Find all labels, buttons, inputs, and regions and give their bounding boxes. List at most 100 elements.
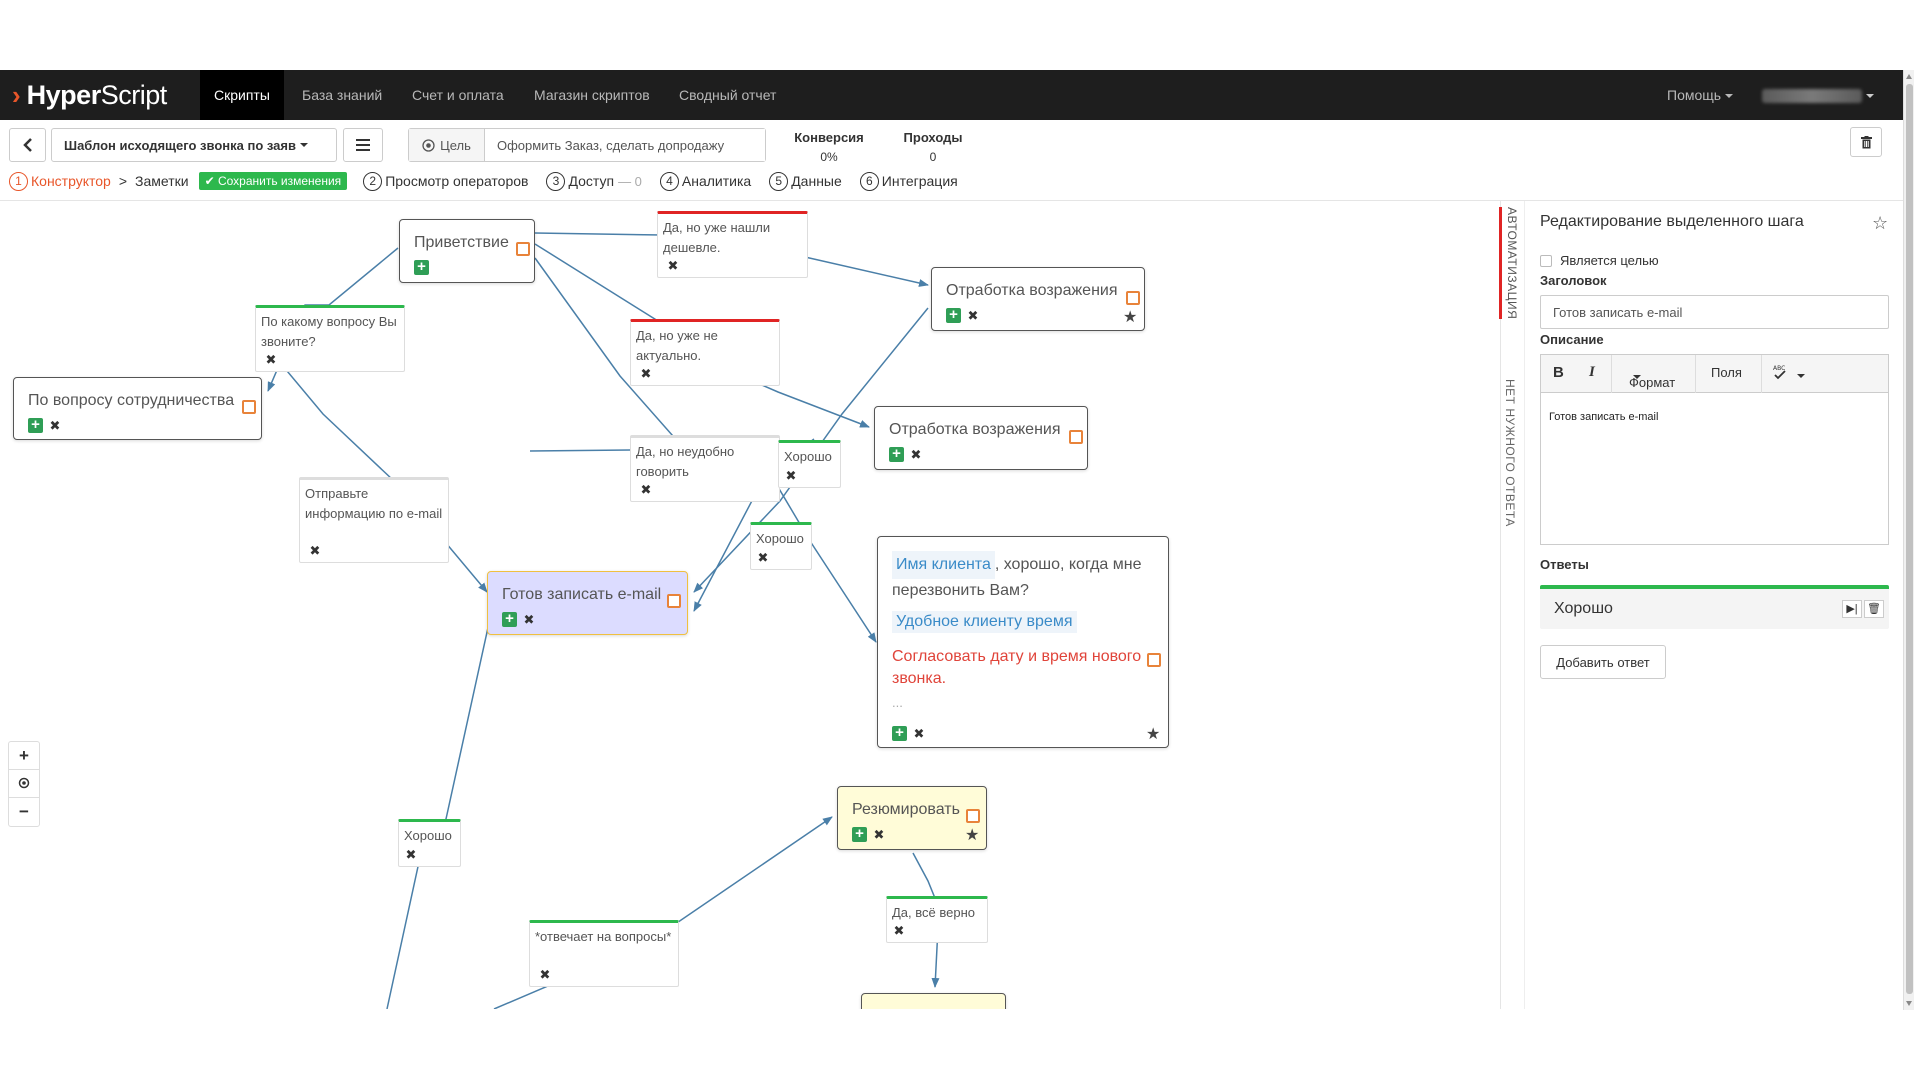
node-greeting[interactable]: Приветствие +: [399, 219, 535, 283]
close-icon[interactable]: ✖: [873, 828, 885, 841]
close-icon[interactable]: ✖: [265, 353, 277, 366]
close-icon[interactable]: ✖: [913, 727, 925, 740]
close-icon[interactable]: ✖: [405, 848, 417, 861]
add-icon[interactable]: +: [946, 307, 961, 323]
step-notes[interactable]: Заметки: [135, 173, 189, 189]
node-checkbox[interactable]: [1069, 430, 1083, 444]
add-icon[interactable]: +: [28, 417, 43, 433]
nav-billing[interactable]: Счет и оплата: [398, 70, 518, 120]
node-checkbox[interactable]: [1147, 653, 1161, 667]
node-objection-1[interactable]: Отработка возражения + ✖ ★: [931, 267, 1145, 331]
answer-inconvenient[interactable]: Да, но неудобно говорить ✖: [630, 435, 780, 502]
add-icon[interactable]: +: [414, 259, 429, 275]
toolbar-divider: [1695, 355, 1696, 393]
nav-knowledge-base[interactable]: База знаний: [288, 70, 396, 120]
answer-answers-questions[interactable]: *отвечает на вопросы* ✖: [529, 920, 679, 987]
add-icon[interactable]: +: [892, 725, 907, 741]
header-input[interactable]: [1540, 295, 1889, 329]
answer-irrelevant[interactable]: Да, но уже не актуально. ✖: [630, 319, 780, 386]
zoom-in-button[interactable]: +: [9, 742, 39, 770]
node-checkbox[interactable]: [966, 809, 980, 823]
nav-script-store[interactable]: Магазин скриптов: [520, 70, 664, 120]
node-callback[interactable]: Имя клиента, хорошо, когда мне перезвони…: [877, 536, 1169, 748]
close-icon[interactable]: ✖: [910, 448, 922, 461]
save-changes-button[interactable]: ✔ Сохранить изменения: [198, 172, 348, 190]
step-analytics[interactable]: 4 Аналитика: [659, 171, 751, 191]
italic-button[interactable]: I: [1589, 364, 1595, 381]
node-objection-2[interactable]: Отработка возражения + ✖: [874, 406, 1088, 470]
answer-ok-1[interactable]: Хорошо ✖: [778, 440, 841, 488]
add-icon[interactable]: +: [889, 446, 904, 462]
close-icon[interactable]: ✖: [785, 469, 797, 482]
trash-icon[interactable]: 🗑: [1864, 600, 1884, 618]
tab-no-answer[interactable]: НЕТ НУЖНОГО ОТВЕТА: [1503, 379, 1517, 527]
close-icon[interactable]: ✖: [893, 924, 905, 937]
node-checkbox[interactable]: [667, 594, 681, 608]
answer-ok-3[interactable]: Хорошо ✖: [398, 819, 461, 867]
close-icon[interactable]: ✖: [667, 259, 679, 272]
node-cooperation[interactable]: По вопросу сотрудничества + ✖: [13, 377, 262, 440]
close-icon[interactable]: ✖: [967, 309, 979, 322]
bold-button[interactable]: B: [1553, 364, 1564, 381]
script-select[interactable]: Шаблон исходящего звонка по заяв: [51, 128, 337, 162]
star-icon[interactable]: ☆: [1872, 213, 1888, 234]
scroll-down-icon[interactable]: [1906, 1001, 1912, 1006]
nav-summary-report[interactable]: Сводный отчет: [665, 70, 790, 120]
node-checkbox[interactable]: [1126, 291, 1140, 305]
tab-automation[interactable]: АВТОМАТИЗАЦИЯ: [1499, 207, 1519, 320]
node-checkbox[interactable]: [242, 400, 256, 414]
checkbox-box[interactable]: [1540, 254, 1552, 267]
step-data[interactable]: 5 Данные: [769, 171, 842, 191]
close-icon[interactable]: ✖: [49, 419, 61, 432]
variable-tag[interactable]: Удобное клиенту время: [892, 611, 1077, 633]
answer-cheaper[interactable]: Да, но уже нашли дешевле. ✖: [657, 211, 808, 278]
help-menu[interactable]: Помощь: [1667, 70, 1734, 120]
fields-button[interactable]: Поля: [1711, 365, 1742, 380]
answer-label: Хорошо: [756, 531, 804, 546]
zoom-out-button[interactable]: −: [9, 798, 39, 826]
step-operators[interactable]: 2 Просмотр операторов: [363, 171, 528, 191]
close-icon[interactable]: ✖: [539, 968, 551, 981]
script-canvas[interactable]: Приветствие + По вопросу сотрудничества …: [0, 201, 1500, 1009]
close-icon[interactable]: ✖: [640, 483, 652, 496]
scroll-up-icon[interactable]: [1906, 74, 1912, 79]
close-icon[interactable]: ✖: [309, 544, 321, 557]
goal-input[interactable]: [485, 129, 765, 161]
delete-script-button[interactable]: [1850, 127, 1882, 157]
answer-row[interactable]: Хорошо ▶| 🗑: [1540, 585, 1889, 629]
add-icon[interactable]: +: [852, 826, 867, 842]
node-next[interactable]: [861, 993, 1006, 1009]
node-ready-email[interactable]: Готов записать e-mail + ✖: [487, 571, 688, 635]
scrollbar-thumb[interactable]: [1906, 84, 1913, 994]
answer-ok-2[interactable]: Хорошо ✖: [750, 522, 812, 570]
node-checkbox[interactable]: [516, 242, 530, 256]
star-icon[interactable]: ★: [1123, 307, 1137, 327]
star-icon[interactable]: ★: [965, 825, 979, 845]
close-icon[interactable]: ✖: [640, 367, 652, 380]
close-icon[interactable]: ✖: [523, 613, 535, 626]
page-scrollbar[interactable]: [1903, 70, 1914, 1010]
close-icon[interactable]: ✖: [757, 551, 769, 564]
step-integration[interactable]: 6 Интеграция: [859, 171, 958, 191]
zoom-reset-button[interactable]: [9, 770, 39, 798]
spellcheck-dropdown[interactable]: ABC: [1773, 364, 1805, 383]
answer-question[interactable]: По какому вопросу Вы звоните? ✖: [255, 305, 405, 372]
answer-send-info[interactable]: Отправьте информацию по e-mail ✖: [299, 477, 449, 563]
nav-scripts[interactable]: Скрипты: [200, 70, 284, 120]
user-menu[interactable]: [1762, 70, 1874, 120]
node-summarize[interactable]: Резюмировать + ✖ ★: [837, 786, 987, 850]
description-editor[interactable]: B I Формат Поля ABC Готов записать e-mai…: [1540, 354, 1889, 545]
back-button[interactable]: [9, 128, 46, 162]
add-icon[interactable]: +: [502, 611, 517, 627]
step-access[interactable]: 3 Доступ — 0: [546, 171, 642, 191]
star-icon[interactable]: ★: [1146, 724, 1160, 744]
description-text[interactable]: Готов записать e-mail: [1541, 393, 1888, 441]
jump-icon[interactable]: ▶|: [1842, 600, 1862, 618]
answer-yes-correct[interactable]: Да, всё верно ✖: [886, 896, 988, 943]
menu-button[interactable]: [343, 128, 383, 162]
variable-tag[interactable]: Имя клиента: [892, 551, 995, 579]
step-constructor[interactable]: 1 Конструктор: [9, 171, 111, 191]
hyperscript-logo[interactable]: › Hyper Script: [12, 79, 167, 111]
is-goal-checkbox[interactable]: Является целью: [1540, 253, 1659, 268]
add-answer-button[interactable]: Добавить ответ: [1540, 645, 1666, 679]
